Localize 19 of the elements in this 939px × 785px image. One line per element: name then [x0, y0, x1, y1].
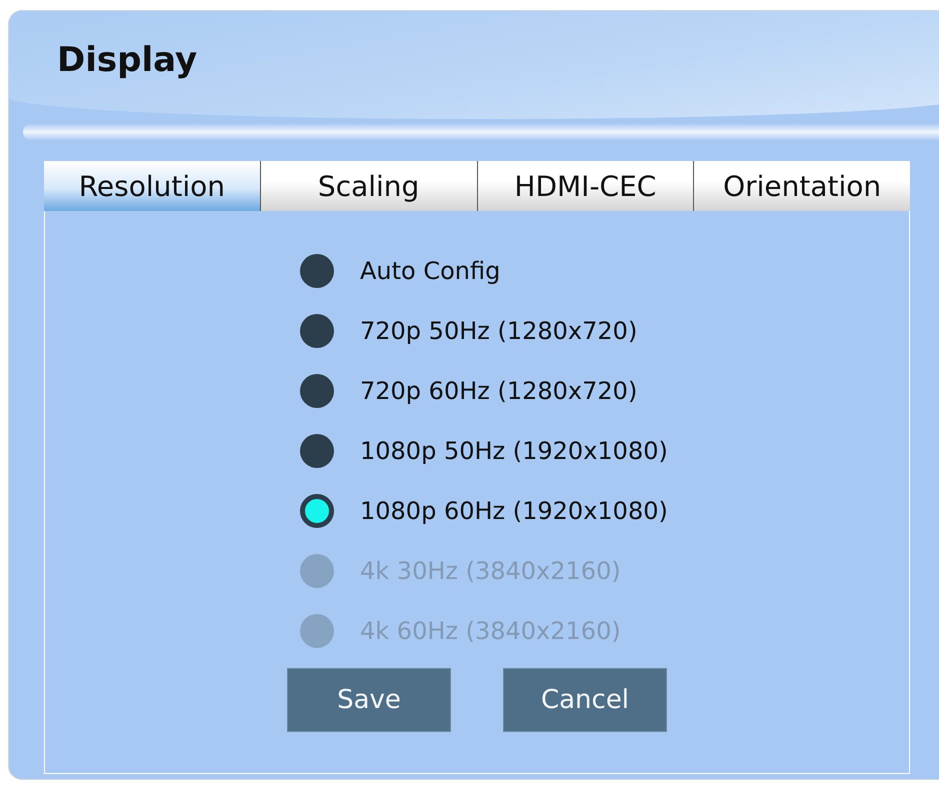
cancel-button[interactable]: Cancel	[503, 668, 667, 732]
option-label: 4k 60Hz (3840x2160)	[360, 617, 621, 645]
save-button[interactable]: Save	[287, 668, 451, 732]
option-label: 1080p 60Hz (1920x1080)	[360, 497, 668, 525]
tab[interactable]: Scaling	[260, 161, 476, 211]
radio-button[interactable]	[300, 434, 334, 468]
tab[interactable]: Orientation	[693, 161, 910, 211]
radio-button[interactable]	[300, 314, 334, 348]
radio-button[interactable]	[300, 254, 334, 288]
option-label: Auto Config	[360, 257, 500, 285]
radio-button[interactable]	[300, 374, 334, 408]
option-label: 4k 30Hz (3840x2160)	[360, 557, 621, 585]
window-title: Display	[57, 40, 198, 80]
tab[interactable]: Resolution	[44, 161, 260, 211]
tab[interactable]: HDMI-CEC	[476, 161, 694, 211]
option-label: 720p 50Hz (1280x720)	[360, 317, 638, 345]
radio-button[interactable]	[300, 494, 334, 528]
option-label: 720p 60Hz (1280x720)	[360, 377, 638, 405]
option-label: 1080p 50Hz (1920x1080)	[360, 437, 668, 465]
